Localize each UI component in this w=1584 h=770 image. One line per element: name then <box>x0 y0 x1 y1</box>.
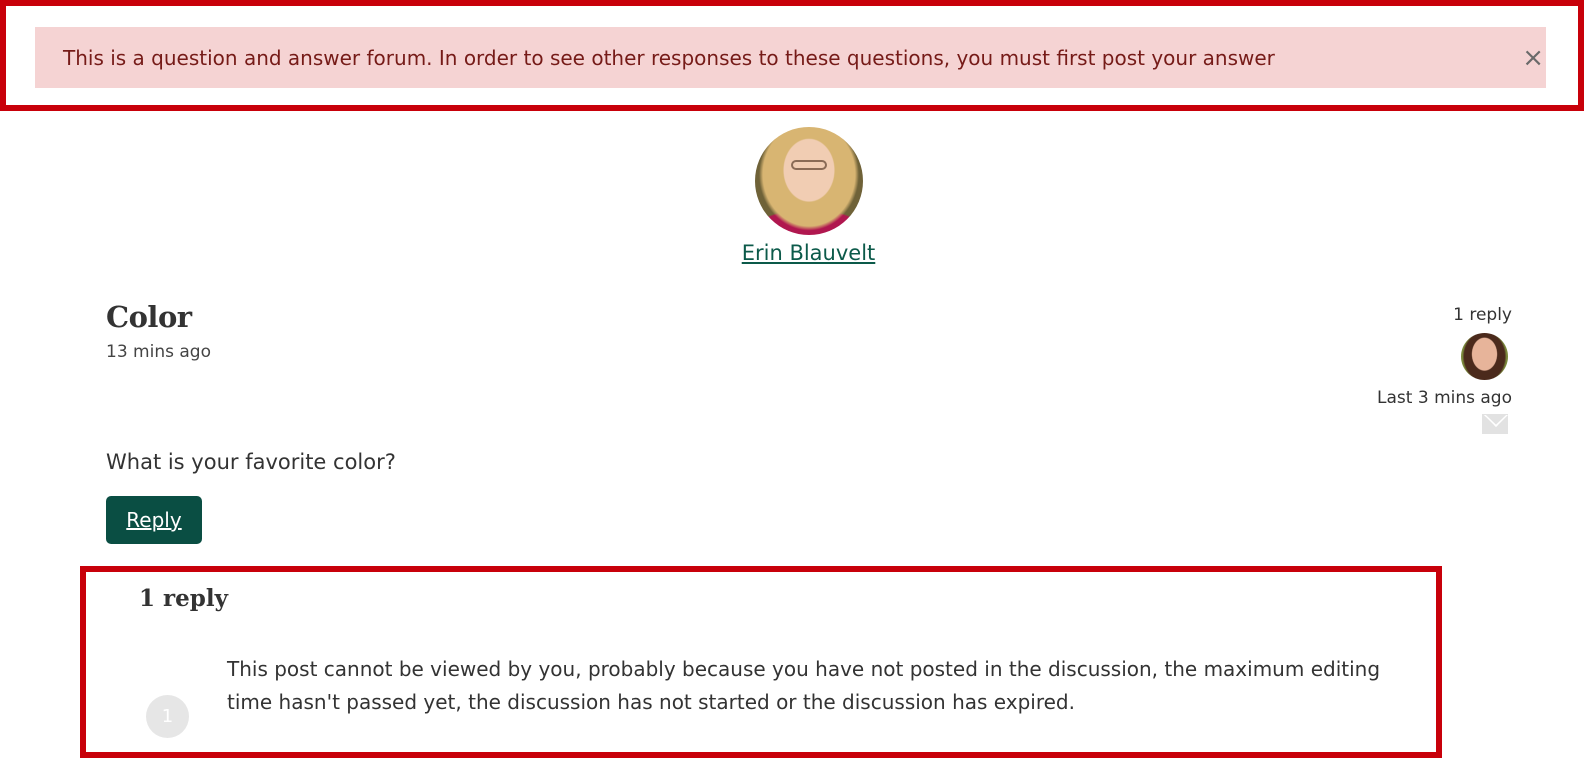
alert-message: This is a question and answer forum. In … <box>63 45 1275 70</box>
mail-icon[interactable] <box>1482 414 1508 434</box>
author-avatar[interactable] <box>754 127 863 235</box>
post-timestamp: 13 mins ago <box>106 342 211 362</box>
discussion-meta: 1 reply Last 3 mins ago <box>1312 305 1512 434</box>
close-icon[interactable]: × <box>1522 45 1544 71</box>
post-title: Color <box>106 300 192 334</box>
reply-count: 1 reply <box>1453 305 1512 325</box>
reply-button[interactable]: Reply <box>106 496 202 544</box>
avatar-glasses-decoration <box>790 160 827 170</box>
last-replier-avatar[interactable] <box>1461 333 1508 380</box>
post-author: Erin Blauvelt <box>0 127 1584 265</box>
replies-heading: 1 reply <box>139 585 228 612</box>
reply-number-badge: 1 <box>146 695 189 738</box>
post-body: What is your favorite color? <box>106 450 396 474</box>
last-activity: Last 3 mins ago <box>1377 388 1512 408</box>
reply-hidden-notice: This post cannot be viewed by you, proba… <box>227 657 1381 714</box>
forum-info-alert: This is a question and answer forum. In … <box>35 27 1546 88</box>
author-name-link[interactable]: Erin Blauvelt <box>742 241 876 265</box>
